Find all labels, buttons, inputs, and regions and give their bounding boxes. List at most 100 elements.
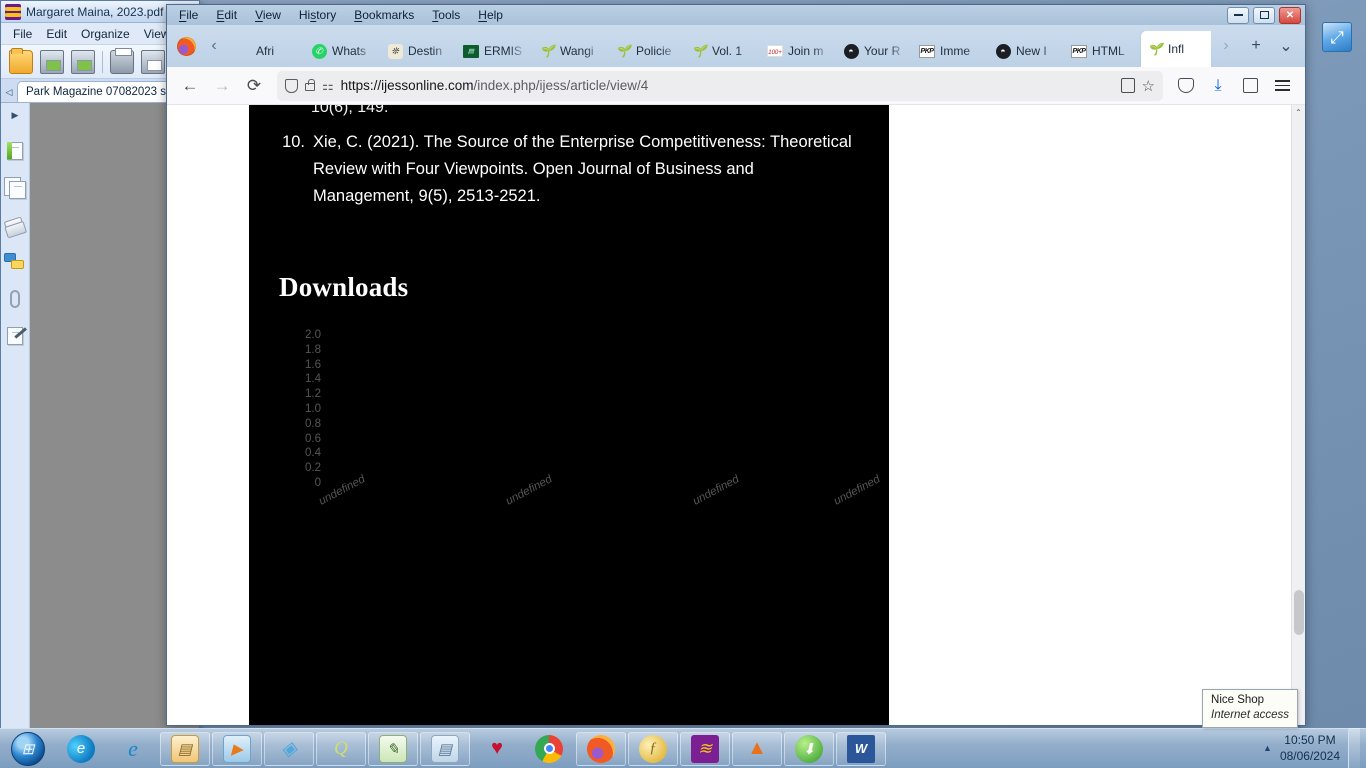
pocket-icon[interactable] — [1171, 71, 1201, 101]
taskbar-item-firefox[interactable] — [576, 731, 626, 766]
forward-button[interactable]: → — [207, 71, 237, 101]
taskbar-item-word[interactable]: W — [836, 731, 886, 766]
menu-help[interactable]: Help — [478, 8, 503, 22]
new-tab-button[interactable]: + — [1241, 25, 1271, 67]
close-button[interactable]: ✕ — [1279, 6, 1301, 24]
shield-icon[interactable] — [285, 78, 298, 93]
tab-join[interactable]: 100+ Join m — [761, 35, 837, 67]
layers-icon[interactable] — [3, 214, 26, 236]
firefox-navigation-toolbar[interactable]: ← → ⟳ ⚏ https://ijessonline.com/index.ph… — [167, 67, 1305, 105]
tab-whatsapp[interactable]: ✆ Whats — [305, 35, 381, 67]
tabstrip-scroll-left-icon[interactable]: ◁ — [1, 87, 17, 102]
reload-button[interactable]: ⟳ — [239, 71, 269, 101]
menu-history[interactable]: History — [299, 8, 336, 22]
tab-afri[interactable]: Afri — [229, 35, 305, 67]
lock-icon[interactable] — [305, 79, 315, 91]
tab-new-issue[interactable]: ◓ New I — [989, 35, 1065, 67]
attachments-icon[interactable] — [4, 288, 26, 310]
toolbar-right-buttons[interactable]: ⤓ — [1171, 71, 1297, 101]
taskbar[interactable]: ⊞ e e ▤ ▶ ◈ Q ✎ ▤ ♥ ƒ ≋ ▲ ⬇ W ▲ 10:50 PM… — [0, 728, 1366, 768]
taskbar-item-file-explorer[interactable]: ▤ — [160, 731, 210, 766]
list-all-tabs-icon[interactable]: ⌄ — [1271, 25, 1301, 67]
expand-caret-icon[interactable]: ▶ — [12, 107, 19, 125]
print-icon[interactable] — [110, 47, 134, 74]
page-scrollbar[interactable]: ⌃ — [1291, 105, 1305, 725]
scrollbar-thumb[interactable] — [1294, 590, 1304, 635]
app-menu-icon[interactable] — [1267, 71, 1297, 101]
menu-tools[interactable]: Tools — [432, 8, 460, 22]
tab-vol1[interactable]: 🌱 Vol. 1 — [685, 35, 761, 67]
show-desktop-button[interactable] — [1348, 728, 1360, 768]
system-tray[interactable]: ▲ 10:50 PM 08/06/2024 — [1253, 728, 1366, 768]
tab-scroll-right-icon[interactable]: › — [1211, 25, 1241, 67]
downloads-chart[interactable]: 2.0 1.8 1.6 1.4 1.2 1.0 0.8 0.6 0.4 0.2 … — [279, 329, 882, 689]
taskbar-item-quark[interactable]: Q — [316, 731, 366, 766]
tab-destin[interactable]: ❊ Destin — [381, 35, 457, 67]
minimize-button[interactable] — [1227, 6, 1249, 24]
pdf-menu-edit[interactable]: Edit — [46, 27, 67, 41]
menu-edit[interactable]: Edit — [216, 8, 237, 22]
comments-icon[interactable] — [4, 251, 26, 273]
menu-view[interactable]: View — [255, 8, 281, 22]
open-folder-icon[interactable] — [9, 47, 33, 74]
menu-bookmarks[interactable]: Bookmarks — [354, 8, 414, 22]
signature-icon[interactable] — [4, 325, 27, 347]
pages-icon[interactable] — [4, 177, 26, 199]
pdf-menu-file[interactable]: File — [13, 27, 32, 41]
clock-date: 08/06/2024 — [1279, 749, 1340, 763]
taskbar-item-notepad[interactable]: ▤ — [420, 731, 470, 766]
web-page[interactable]: 10(6), 149. 10. Xie, C. (2021). The Sour… — [167, 105, 1291, 725]
bookmark-star-icon[interactable]: ☆ — [1142, 77, 1155, 95]
pdf-menu-organize[interactable]: Organize — [81, 27, 130, 41]
save-as-icon[interactable] — [71, 49, 95, 74]
firefox-window[interactable]: File Edit View History Bookmarks Tools H… — [166, 4, 1306, 726]
file-explorer-icon: ▤ — [171, 734, 199, 763]
save-icon[interactable] — [40, 49, 64, 74]
taskbar-item-foxit-reader[interactable]: ◈ — [264, 731, 314, 766]
tab-wangi[interactable]: 🌱 Wangi — [533, 35, 609, 67]
taskbar-item-internet-explorer[interactable]: e — [108, 732, 158, 766]
firefox-menubar[interactable]: File Edit View History Bookmarks Tools H… — [167, 5, 1305, 25]
start-button[interactable]: ⊞ — [2, 730, 54, 768]
window-controls[interactable]: ✕ — [1227, 5, 1301, 25]
layout-icon[interactable] — [141, 49, 165, 74]
tab-html[interactable]: PKP HTML — [1065, 35, 1141, 67]
taskbar-item-vlc[interactable]: ▲ — [732, 731, 782, 766]
taskbar-clock[interactable]: 10:50 PM 08/06/2024 — [1280, 732, 1340, 764]
reader-view-icon[interactable] — [1120, 78, 1135, 93]
show-hidden-icons-icon[interactable]: ▲ — [1263, 743, 1272, 753]
permissions-icon[interactable]: ⚏ — [322, 78, 334, 94]
tab-imme[interactable]: PKP Imme — [913, 35, 989, 67]
taskbar-item-edge[interactable]: e — [56, 732, 106, 766]
tab-scroll-left-icon[interactable]: ‹ — [199, 25, 229, 67]
downloads-icon[interactable]: ⤓ — [1203, 71, 1233, 101]
tab-policies[interactable]: 🌱 Policie — [609, 35, 685, 67]
browser-content-area[interactable]: 10(6), 149. 10. Xie, C. (2021). The Sour… — [167, 105, 1305, 725]
menu-file[interactable]: File — [179, 8, 198, 22]
y-tick: 0.8 — [305, 417, 321, 430]
address-bar[interactable]: ⚏ https://ijessonline.com/index.php/ijes… — [277, 70, 1163, 101]
taskbar-item-solitaire[interactable]: ♥ — [472, 732, 522, 766]
tab-influence-active[interactable]: 🌱 Infl ✕ — [1141, 31, 1211, 67]
taskbar-item-foxit-phantom[interactable]: ƒ — [628, 731, 678, 766]
tab-your-repo[interactable]: ◓ Your R — [837, 35, 913, 67]
extensions-icon[interactable] — [1235, 71, 1265, 101]
github-icon: ◓ — [995, 43, 1011, 59]
desktop-icon-resize-shortcut[interactable]: ⤢ — [1320, 22, 1354, 62]
taskbar-item-pdf-xchange[interactable]: ≋ — [680, 731, 730, 766]
taskbar-item-notepad-plus-plus[interactable]: ✎ — [368, 731, 418, 766]
maximize-button[interactable] — [1253, 6, 1275, 24]
taskbar-item-nitro-pdf[interactable]: ⬇ — [784, 731, 834, 766]
taskbar-item-media-player[interactable]: ▶ — [212, 731, 262, 766]
back-button[interactable]: ← — [175, 71, 205, 101]
firefox-tabbar[interactable]: ‹ Afri ✆ Whats ❊ Destin ▤ ERMIS 🌱 Wangi … — [167, 25, 1305, 67]
taskbar-item-chrome[interactable] — [524, 732, 574, 766]
pdf-document-tab[interactable]: Park Magazine 07082023 s — [17, 81, 176, 102]
pdf-navigation-rail[interactable]: ▶ — [1, 103, 30, 731]
url-text[interactable]: https://ijessonline.com/index.php/ijess/… — [341, 78, 649, 93]
tab-ermis[interactable]: ▤ ERMIS — [457, 35, 533, 67]
tab-list[interactable]: Afri ✆ Whats ❊ Destin ▤ ERMIS 🌱 Wangi 🌱 … — [229, 31, 1211, 67]
scroll-up-icon[interactable]: ⌃ — [1295, 105, 1302, 120]
y-tick: 0 — [314, 476, 321, 489]
bookmarks-icon[interactable] — [4, 140, 26, 162]
